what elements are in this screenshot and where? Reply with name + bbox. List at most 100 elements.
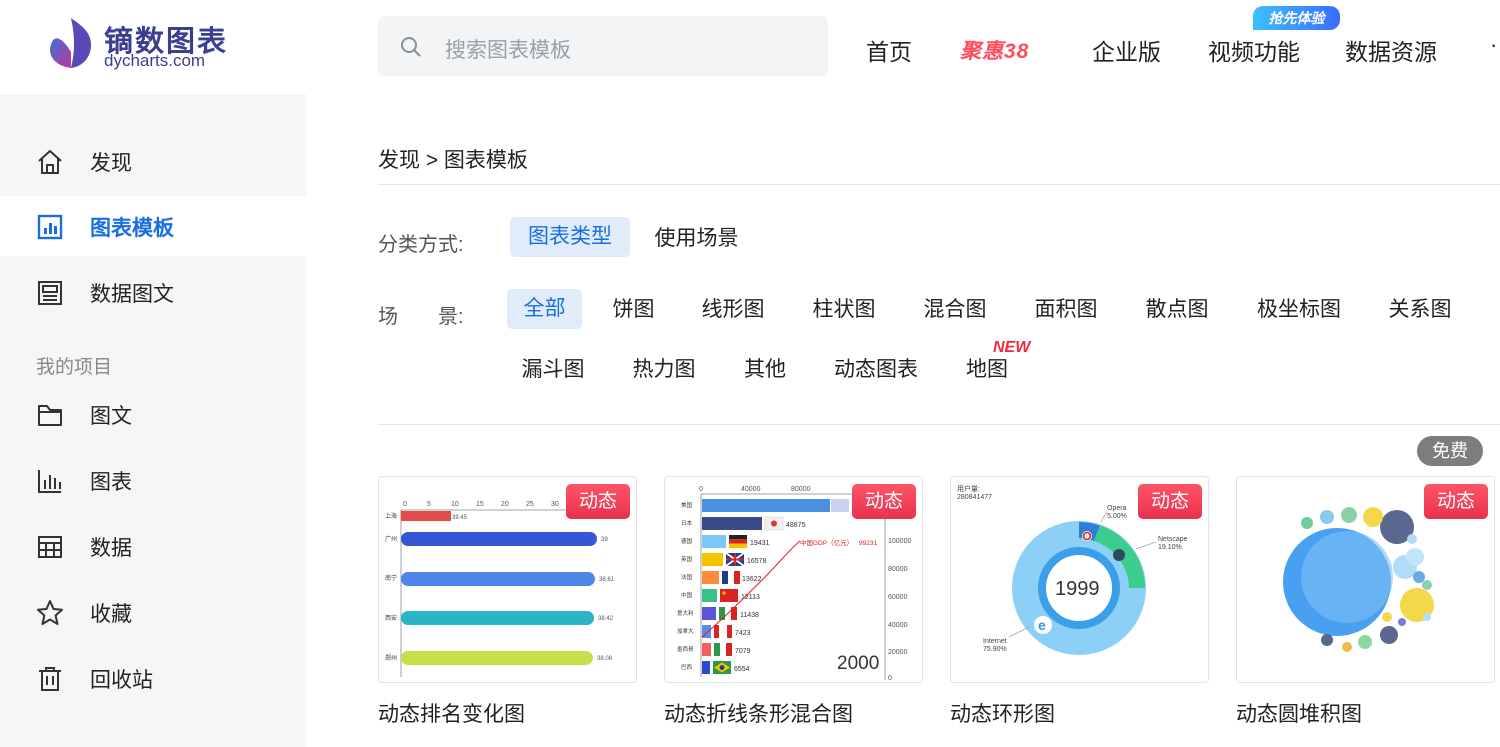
method-chart-type[interactable]: 图表类型: [510, 217, 630, 257]
breadcrumb: 发现 > 图表模板: [378, 149, 528, 172]
svg-text:30: 30: [551, 501, 559, 508]
svg-text:e: e: [1038, 617, 1046, 633]
svg-text:38.42: 38.42: [598, 616, 614, 622]
dynamic-badge: 动态: [1424, 484, 1488, 519]
nav-video[interactable]: 视频功能: [1208, 33, 1300, 67]
dynamic-badge: 动态: [566, 484, 630, 519]
type-heatmap[interactable]: 热力图: [621, 350, 707, 390]
svg-text:巴西: 巴西: [681, 664, 693, 671]
svg-text:20000: 20000: [888, 649, 908, 656]
svg-text:60000: 60000: [888, 594, 908, 601]
dynamic-badge: 动态: [1138, 484, 1202, 519]
svg-text:38.08: 38.08: [597, 656, 613, 662]
nav-promo-38[interactable]: 聚惠38: [960, 35, 1029, 65]
type-funnel[interactable]: 漏斗图: [510, 350, 596, 390]
article-icon: [38, 281, 62, 305]
brand-name-en: dycharts.com: [104, 51, 206, 70]
nav-home[interactable]: 首页: [866, 33, 912, 67]
svg-text:意大利: 意大利: [677, 609, 694, 617]
type-polar[interactable]: 极坐标图: [1249, 290, 1349, 330]
sidebar-item-favorites[interactable]: 收藏: [0, 582, 306, 642]
svg-text:Internet: Internet: [983, 638, 1007, 645]
svg-text:Opera: Opera: [1107, 505, 1127, 512]
method-usage-scene[interactable]: 使用场景: [645, 219, 748, 259]
svg-text:日本: 日本: [681, 519, 693, 527]
svg-text:16578: 16578: [747, 558, 767, 565]
type-all[interactable]: 全部: [507, 289, 582, 329]
svg-text:75.90%: 75.90%: [983, 646, 1007, 653]
home-icon: [38, 150, 62, 174]
my-projects-heading: 我的项目: [36, 357, 113, 378]
search-icon: [401, 37, 421, 57]
sidebar: 发现 图表模板 数据图文 我的项目 图文 图表 数据 收藏 回收站: [0, 94, 306, 747]
svg-text:7079: 7079: [735, 648, 751, 655]
svg-text:100000: 100000: [888, 538, 911, 545]
svg-text:40000: 40000: [888, 622, 908, 629]
sidebar-item-label: 数据图文: [90, 283, 174, 306]
svg-text:0: 0: [403, 501, 407, 508]
search-placeholder: 搜索图表模板: [445, 39, 571, 62]
svg-text:39: 39: [601, 537, 608, 543]
svg-text:99231: 99231: [859, 540, 877, 547]
svg-text:墨西哥: 墨西哥: [677, 646, 694, 653]
sidebar-item-label: 回收站: [90, 669, 153, 692]
sidebar-item-data-article[interactable]: 数据图文: [0, 262, 306, 322]
svg-text:20: 20: [501, 501, 509, 508]
sidebar-item-discover[interactable]: 发现: [0, 131, 306, 191]
svg-text:中国: 中国: [681, 591, 693, 599]
svg-text:38.61: 38.61: [599, 577, 615, 583]
svg-text:中国GDP（亿元）: 中国GDP（亿元）: [800, 538, 853, 547]
svg-text:13622: 13622: [742, 576, 762, 583]
folder-icon: [38, 405, 62, 426]
svg-text:0: 0: [699, 486, 703, 493]
svg-text:用户量:: 用户量:: [957, 484, 980, 493]
type-scatter[interactable]: 散点图: [1134, 290, 1220, 330]
sidebar-item-data[interactable]: 数据: [0, 516, 306, 576]
type-relation[interactable]: 关系图: [1377, 290, 1463, 330]
svg-text:美国: 美国: [681, 501, 693, 509]
type-other[interactable]: 其他: [733, 350, 797, 390]
template-title: 动态折线条形混合图: [664, 703, 853, 726]
sidebar-item-chart-templates[interactable]: 图表模板: [0, 196, 306, 256]
scene-label: 场 景:: [378, 306, 464, 328]
svg-text:Netscape: Netscape: [1158, 536, 1188, 543]
template-title: 动态环形图: [950, 703, 1055, 726]
svg-text:西安: 西安: [385, 614, 397, 622]
filter-divider: [378, 424, 1500, 425]
search-input[interactable]: 搜索图表模板: [378, 16, 828, 76]
svg-text:2000: 2000: [837, 653, 879, 674]
type-line[interactable]: 线形图: [690, 290, 776, 330]
svg-text:11438: 11438: [740, 612, 759, 619]
type-bar[interactable]: 柱状图: [801, 290, 887, 330]
svg-text:39.45: 39.45: [452, 515, 468, 521]
bar-chart-icon: [38, 470, 61, 493]
type-area[interactable]: 面积图: [1023, 290, 1109, 330]
svg-text:广州: 广州: [385, 535, 397, 543]
free-badge: 免费: [1417, 436, 1483, 466]
type-combo[interactable]: 混合图: [912, 290, 998, 330]
svg-text:上海: 上海: [385, 512, 397, 520]
sidebar-item-trash[interactable]: 回收站: [0, 648, 306, 708]
svg-text:25: 25: [526, 501, 534, 508]
svg-text:郑州: 郑州: [385, 654, 397, 662]
table-icon: [38, 536, 62, 558]
breadcrumb-divider: [378, 184, 1500, 185]
type-pie[interactable]: 饼图: [596, 290, 671, 330]
svg-text:280841477: 280841477: [957, 494, 992, 501]
svg-text:10: 10: [451, 501, 459, 508]
sidebar-item-label: 数据: [90, 537, 132, 560]
classify-method-label: 分类方式:: [378, 234, 464, 256]
sidebar-item-articles[interactable]: 图文: [0, 384, 306, 444]
sidebar-item-label: 收藏: [90, 603, 132, 626]
nav-data-resources[interactable]: 数据资源: [1345, 33, 1437, 67]
new-tag: NEW: [993, 339, 1031, 356]
sidebar-item-label: 图文: [90, 405, 132, 428]
brand-logo[interactable]: 镝数图表 dycharts.com: [46, 18, 246, 74]
sidebar-item-charts[interactable]: 图表: [0, 450, 306, 510]
nav-more-dot[interactable]: ·: [1490, 32, 1497, 58]
early-access-badge: 抢先体验: [1253, 6, 1340, 30]
svg-text:19.10%: 19.10%: [1158, 544, 1182, 551]
type-dynamic[interactable]: 动态图表: [822, 350, 930, 390]
nav-enterprise[interactable]: 企业版: [1092, 33, 1161, 67]
top-header: 镝数图表 dycharts.com 搜索图表模板 首页 聚惠38 企业版 视频功…: [0, 0, 1500, 94]
